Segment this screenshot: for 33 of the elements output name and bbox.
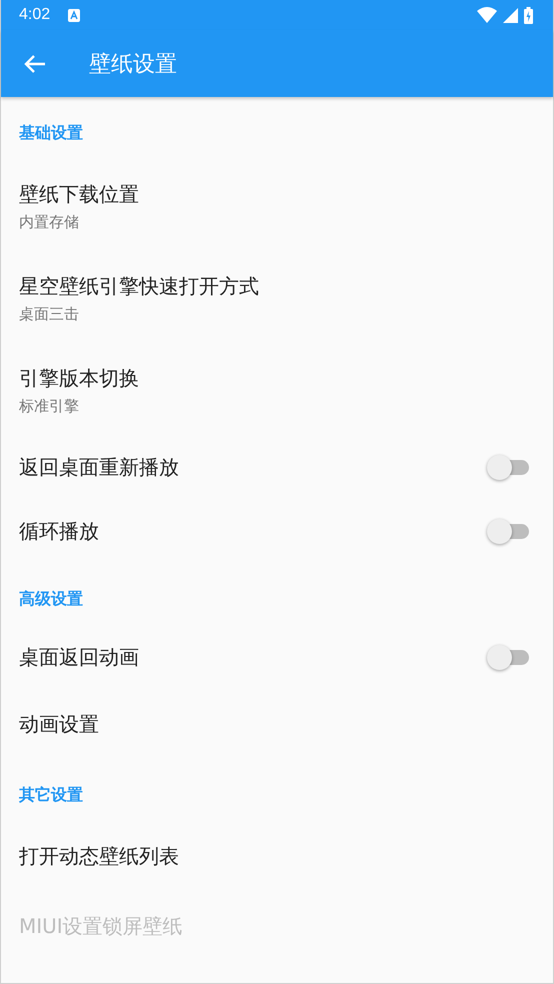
setting-summary: 标准引擎 xyxy=(19,396,80,417)
notification-icon xyxy=(68,8,80,22)
setting-title: 壁纸下载位置 xyxy=(19,181,140,208)
section-header: 高级设置 xyxy=(18,588,84,610)
setting-item[interactable]: 打开动态壁纸列表 xyxy=(1,821,553,891)
setting-summary: 内置存储 xyxy=(19,212,80,233)
setting-summary: 桌面三击 xyxy=(19,304,80,325)
toggle-switch[interactable] xyxy=(487,643,529,671)
setting-item[interactable]: 引擎版本切换 标准引擎 xyxy=(1,343,553,435)
setting-title: 星空壁纸引擎快速打开方式 xyxy=(19,273,260,300)
setting-item[interactable]: 星空壁纸引擎快速打开方式 桌面三击 xyxy=(1,251,553,343)
setting-title: 引擎版本切换 xyxy=(19,365,140,392)
back-arrow-icon xyxy=(24,54,46,74)
battery-icon xyxy=(524,6,533,24)
setting-item[interactable]: 动画设置 xyxy=(1,689,553,759)
clock: 4:02 xyxy=(19,6,50,24)
toggle-switch[interactable] xyxy=(487,453,529,481)
setting-title: 返回桌面重新播放 xyxy=(19,454,180,481)
screen-title: 壁纸设置 xyxy=(89,50,177,78)
setting-item[interactable]: 循环播放 xyxy=(1,499,553,563)
setting-title: 动画设置 xyxy=(19,711,100,738)
toggle-switch[interactable] xyxy=(487,517,529,545)
setting-item[interactable]: 桌面返回动画 xyxy=(1,625,553,689)
signal-icon xyxy=(503,8,518,22)
section-header: 其它设置 xyxy=(18,784,84,806)
wifi-icon xyxy=(477,7,497,23)
setting-title: 桌面返回动画 xyxy=(19,644,140,671)
setting-title: 打开动态壁纸列表 xyxy=(19,843,180,870)
section-header: 基础设置 xyxy=(18,122,84,144)
setting-item[interactable]: 壁纸下载位置 内置存储 xyxy=(1,159,553,251)
setting-item[interactable]: 返回桌面重新播放 xyxy=(1,435,553,499)
setting-title: MIUI设置锁屏壁纸 xyxy=(19,913,184,940)
setting-title: 循环播放 xyxy=(19,518,100,545)
